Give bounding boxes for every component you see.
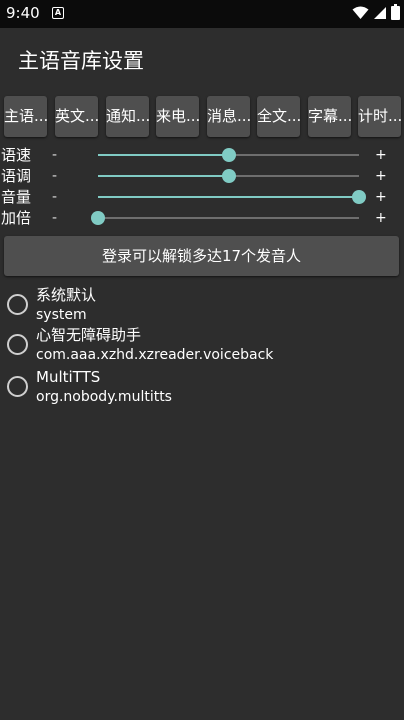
slider-thumb[interactable]	[221, 148, 236, 162]
volume-label: 音量	[1, 188, 32, 206]
voice-package: system	[36, 307, 87, 323]
voice-package: com.aaa.xzhd.xzreader.voiceback	[36, 347, 274, 363]
speech-rate-slider[interactable]	[98, 148, 359, 162]
slider-fill	[98, 196, 359, 198]
voice-item-multitts[interactable]: MultiTTS org.nobody.multitts	[0, 367, 404, 407]
page-title: 主语音库设置	[18, 49, 144, 73]
login-unlock-voices-button[interactable]: 登录可以解锁多达17个发音人	[4, 236, 399, 276]
pitch-label: 语调	[1, 167, 32, 185]
app-bar: 主语音库设置	[0, 28, 404, 92]
speech-rate-decrease-button[interactable]: -	[52, 145, 57, 165]
voice-name: 心智无障碍助手	[36, 326, 142, 344]
boost-label: 加倍	[1, 209, 32, 227]
system-icons	[352, 4, 400, 24]
pitch-increase-button[interactable]: +	[375, 166, 387, 186]
voice-name: 系统默认	[36, 286, 97, 304]
slider-fill	[98, 154, 229, 156]
radio-button[interactable]	[7, 376, 28, 397]
tab-notification[interactable]: 通知...	[106, 96, 149, 137]
speech-rate-increase-button[interactable]: +	[375, 145, 387, 165]
category-tabs: 主语... 英文... 通知... 来电... 消息... 全文... 字幕..…	[4, 96, 402, 138]
status-time: 9:40	[6, 4, 40, 22]
volume-row: 音量 - +	[0, 187, 404, 207]
battery-icon	[391, 4, 400, 24]
boost-row: 加倍 - +	[0, 208, 404, 228]
voice-name: MultiTTS	[36, 368, 101, 386]
tab-message[interactable]: 消息...	[207, 96, 250, 137]
pitch-row: 语调 - +	[0, 166, 404, 186]
tab-main-voice[interactable]: 主语...	[4, 96, 47, 137]
pitch-slider[interactable]	[98, 169, 359, 183]
status-bar: 9:40 A	[0, 0, 404, 28]
boost-slider[interactable]	[91, 211, 359, 225]
boost-increase-button[interactable]: +	[375, 208, 387, 228]
volume-increase-button[interactable]: +	[375, 187, 387, 207]
volume-slider[interactable]	[98, 190, 366, 204]
slider-thumb[interactable]	[221, 169, 236, 183]
radio-button[interactable]	[7, 294, 28, 315]
speech-rate-label: 语速	[1, 146, 32, 164]
voice-item-xinzhi-assistant[interactable]: 心智无障碍助手 com.aaa.xzhd.xzreader.voiceback	[0, 325, 404, 365]
tab-timer[interactable]: 计时...	[358, 96, 401, 137]
volume-decrease-button[interactable]: -	[52, 187, 57, 207]
slider-thumb[interactable]	[91, 211, 105, 225]
wifi-icon	[352, 5, 369, 24]
slider-fill	[98, 175, 229, 177]
signal-icon	[373, 5, 387, 24]
tab-subtitle[interactable]: 字幕...	[308, 96, 351, 137]
pitch-decrease-button[interactable]: -	[52, 166, 57, 186]
speech-rate-row: 语速 - +	[0, 145, 404, 165]
voice-package: org.nobody.multitts	[36, 389, 172, 405]
boost-decrease-button[interactable]: -	[52, 208, 57, 228]
tab-english[interactable]: 英文...	[55, 96, 98, 137]
radio-button[interactable]	[7, 334, 28, 355]
tab-incoming-call[interactable]: 来电...	[156, 96, 199, 137]
notification-a-icon: A	[52, 7, 64, 19]
voice-item-system-default[interactable]: 系统默认 system	[0, 285, 404, 325]
tab-full-text[interactable]: 全文...	[257, 96, 300, 137]
slider-thumb[interactable]	[352, 190, 366, 204]
